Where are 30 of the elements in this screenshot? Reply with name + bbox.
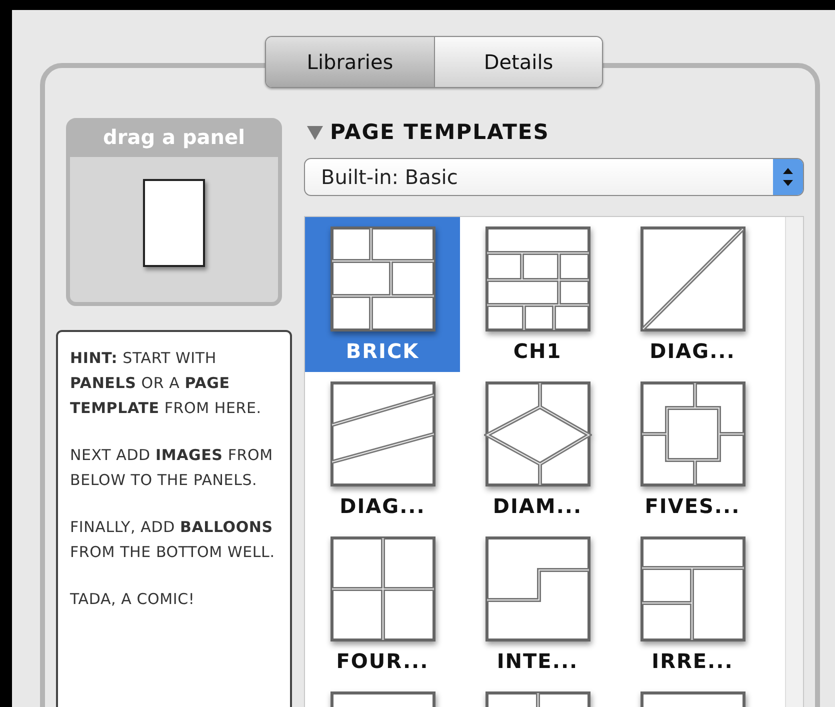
disclosure-triangle-icon <box>306 123 324 141</box>
hint-text: TADA, A COMIC! <box>70 589 196 610</box>
page-layout-icon <box>328 380 436 488</box>
panel-drawing[interactable] <box>143 179 205 267</box>
page-layout-icon <box>638 380 746 488</box>
template-item[interactable]: CH1 <box>460 217 615 372</box>
page-layout-icon <box>484 225 592 333</box>
page-layout-icon <box>484 380 592 488</box>
page-layout-icon <box>328 535 436 643</box>
stepper-icon <box>773 159 803 195</box>
hint-text: NEXT ADD IMAGES FROM BELOW TO THE PANELS. <box>70 445 274 491</box>
page-layout-icon <box>328 225 436 333</box>
page-layout-icon <box>638 535 746 643</box>
template-item[interactable]: DIAG... <box>305 372 460 527</box>
library-select[interactable]: Built-in: Basic <box>304 158 804 196</box>
well-title: drag a panel <box>70 122 278 157</box>
template-item[interactable]: FIVES... <box>615 372 770 527</box>
page-layout-icon <box>638 225 746 333</box>
template-item[interactable]: INTE... <box>460 527 615 682</box>
tab[interactable]: Libraries <box>266 37 434 87</box>
tab[interactable]: Details <box>434 37 602 87</box>
template-item[interactable]: IRRE... <box>615 527 770 682</box>
template-item[interactable]: BRICK <box>305 217 460 372</box>
template-item[interactable]: DIAG... <box>615 217 770 372</box>
hint-text: HINT: START WITH PANELS OR A PAGE TEMPLATE FROM HERE. <box>70 348 262 419</box>
section-header[interactable]: PAGE TEMPLATES <box>306 118 804 146</box>
template-item[interactable]: DIAM... <box>460 372 615 527</box>
page-layout-icon <box>484 535 592 643</box>
hint-text: FINALLY, ADD BALLOONS FROM THE BOTTOM WELL. <box>70 517 276 563</box>
template-item[interactable]: FOUR... <box>305 527 460 682</box>
